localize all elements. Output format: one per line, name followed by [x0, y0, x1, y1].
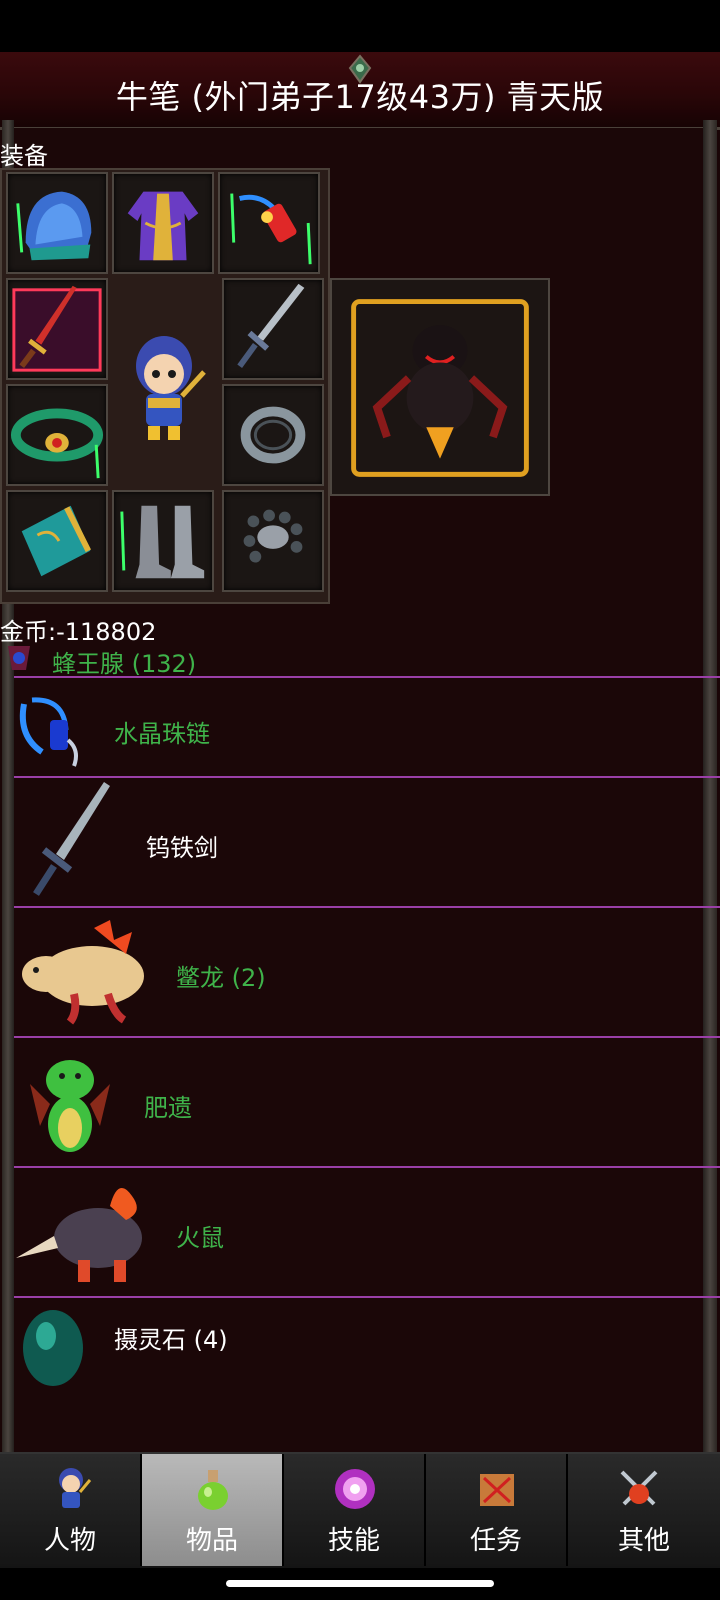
slot-weapon-right[interactable] [222, 278, 324, 380]
inventory-item[interactable]: 水晶珠链 [14, 680, 720, 778]
green-dragon-icon [30, 1060, 110, 1152]
slot-ring[interactable] [222, 384, 324, 486]
page-title: 牛笔 (外门弟子17级43万) 青天版 [115, 78, 605, 116]
inventory-item[interactable]: 肥遗 [14, 1040, 720, 1168]
robe-icon [127, 191, 199, 261]
inventory-item[interactable]: 火鼠 [14, 1170, 720, 1298]
slot-helmet[interactable] [6, 172, 108, 274]
inventory-item[interactable]: 蜂王腺 (132) [8, 640, 720, 678]
slot-belt[interactable] [6, 384, 108, 486]
crystal-chain-icon [19, 697, 78, 767]
slot-bracer[interactable] [6, 490, 108, 592]
quest-icon [480, 1474, 514, 1506]
slot-armor[interactable] [112, 172, 214, 274]
character-icon [59, 1468, 92, 1508]
iron-sword-icon [33, 782, 110, 896]
skill-orb-icon [335, 1469, 375, 1509]
slot-boots[interactable] [112, 490, 214, 592]
inventory-item[interactable]: 钨铁剑 [14, 780, 720, 908]
tab-label: 人物 [43, 1526, 96, 1556]
belt-icon [10, 408, 104, 479]
fire-rat-icon [16, 1188, 142, 1282]
character-avatar [112, 300, 216, 460]
equipment-label: 装备 [0, 142, 48, 170]
item-name: 肥遗 [144, 1094, 192, 1122]
inventory-item[interactable]: 摄灵石 (4) [14, 1300, 720, 1388]
slot-mount[interactable] [330, 278, 550, 496]
item-name: 水晶珠链 [114, 720, 210, 748]
bead-bracelet-icon [243, 509, 303, 563]
dark-beast-icon [351, 299, 529, 477]
bracer-icon [21, 505, 91, 577]
tab-skills[interactable]: 技能 [284, 1454, 426, 1566]
item-name: 火鼠 [176, 1224, 224, 1252]
tab-items[interactable]: 物品 [142, 1454, 284, 1566]
ring-icon [240, 406, 306, 464]
item-name: 鳖龙 (2) [176, 964, 266, 992]
red-sword-icon [12, 285, 102, 372]
swords-icon [620, 1470, 658, 1506]
home-indicator[interactable] [226, 1580, 494, 1587]
slot-necklace[interactable] [218, 172, 320, 274]
potion-icon [198, 1470, 228, 1510]
tab-label: 其他 [617, 1526, 670, 1556]
helmet-icon [16, 191, 92, 261]
inventory-item[interactable]: 鳖龙 (2) [14, 910, 720, 1038]
boots-icon [120, 505, 205, 579]
spirit-stone-icon [23, 1310, 83, 1386]
tab-label: 技能 [327, 1526, 380, 1556]
tab-character[interactable]: 人物 [0, 1454, 142, 1566]
sword-icon [237, 283, 305, 368]
necklace-icon [230, 193, 312, 265]
slot-weapon-left[interactable] [6, 278, 108, 380]
tab-quests[interactable]: 任务 [426, 1454, 568, 1566]
turtle-dragon-icon [22, 920, 144, 1025]
tab-label: 任务 [469, 1526, 522, 1556]
item-name: 摄灵石 (4) [114, 1326, 228, 1354]
status-bar [0, 0, 720, 52]
tab-label: 物品 [185, 1526, 238, 1556]
item-name: 钨铁剑 [146, 834, 218, 862]
bee-gland-icon [8, 646, 30, 670]
tab-other[interactable]: 其他 [568, 1454, 720, 1566]
item-name: 蜂王腺 (132) [52, 650, 197, 678]
slot-bracelet[interactable] [222, 490, 324, 592]
